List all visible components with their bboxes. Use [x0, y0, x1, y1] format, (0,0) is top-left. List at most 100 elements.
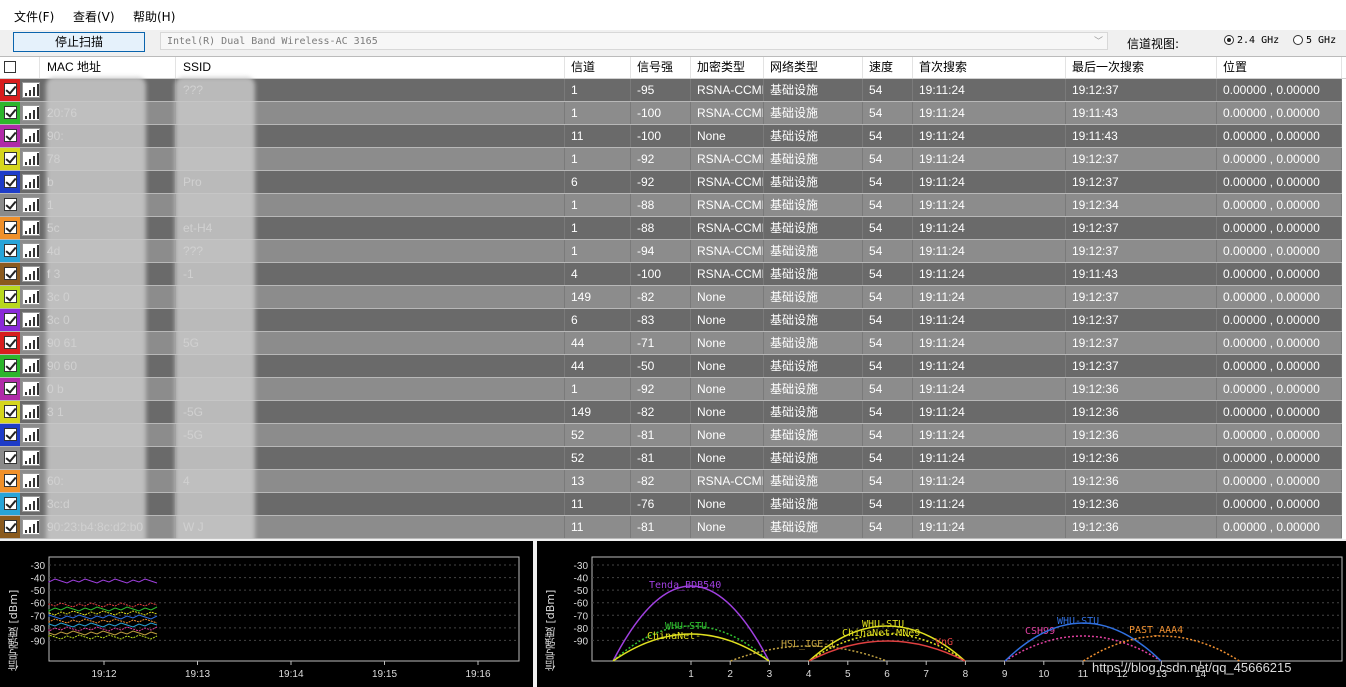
- col-ssid[interactable]: SSID: [177, 57, 565, 78]
- y-tick-label: -70: [574, 611, 589, 622]
- cell-first: 19:11:24: [913, 171, 1066, 193]
- x-tick-label: 7: [923, 669, 929, 680]
- cell-last: 19:12:36: [1066, 447, 1217, 469]
- signal-bar: [25, 369, 27, 372]
- chevron-down-icon[interactable]: ﹀: [1094, 33, 1103, 51]
- row-color-indicator: [0, 332, 20, 354]
- row-checkbox[interactable]: [4, 382, 17, 395]
- signal-bar: [29, 205, 31, 211]
- signal-bar: [29, 481, 31, 487]
- row-checkbox[interactable]: [4, 451, 17, 464]
- cell-channel: 149: [565, 286, 631, 308]
- cell-speed: 54: [863, 79, 913, 101]
- cell-channel: 1: [565, 79, 631, 101]
- cell-signal: -81: [631, 424, 691, 446]
- cell-enc: None: [691, 355, 764, 377]
- signal-bar: [33, 363, 35, 372]
- menu-file[interactable]: 文件(F): [14, 8, 54, 25]
- cell-first: 19:11:24: [913, 125, 1066, 147]
- cell-signal: -100: [631, 102, 691, 124]
- col-last-seen[interactable]: 最后一次搜索: [1066, 57, 1217, 78]
- signal-bar: [33, 478, 35, 487]
- cell-type: 基础设施: [764, 332, 863, 354]
- col-encryption[interactable]: 加密类型: [691, 57, 764, 78]
- cell-channel: 1: [565, 240, 631, 262]
- col-position[interactable]: 位置: [1217, 57, 1342, 78]
- row-checkbox[interactable]: [4, 497, 17, 510]
- row-color-indicator: [0, 470, 20, 492]
- menu-view[interactable]: 查看(V): [73, 8, 115, 25]
- signal-bar: [25, 507, 27, 510]
- row-checkbox[interactable]: [4, 267, 17, 280]
- network-label: WHU-STU: [1057, 616, 1099, 627]
- cell-type: 基础设施: [764, 516, 863, 538]
- signal-bar: [25, 231, 27, 234]
- cell-signal: -94: [631, 240, 691, 262]
- row-checkbox[interactable]: [4, 129, 17, 142]
- signal-bar: [37, 475, 39, 487]
- cell-speed: 54: [863, 401, 913, 423]
- signal-bar: [37, 84, 39, 96]
- signal-bar: [37, 498, 39, 510]
- cell-first: 19:11:24: [913, 102, 1066, 124]
- x-tick-label: 5: [845, 669, 851, 680]
- cell-pos: 0.00000 , 0.00000: [1217, 493, 1342, 515]
- cell-enc: None: [691, 447, 764, 469]
- signal-bars-icon: [22, 82, 40, 98]
- menu-help[interactable]: 帮助(H): [133, 8, 175, 25]
- col-speed[interactable]: 速度: [863, 57, 913, 78]
- cell-channel: 44: [565, 332, 631, 354]
- col-channel[interactable]: 信道: [565, 57, 631, 78]
- row-checkbox[interactable]: [4, 405, 17, 418]
- signal-bars-icon: [22, 335, 40, 351]
- col-mac[interactable]: MAC 地址: [41, 57, 176, 78]
- select-all-checkbox[interactable]: [0, 57, 40, 78]
- cell-last: 19:12:36: [1066, 516, 1217, 538]
- band-24-radio[interactable]: 2.4 GHz: [1224, 35, 1279, 47]
- signal-bar: [25, 392, 27, 395]
- row-checkbox[interactable]: [4, 474, 17, 487]
- cell-channel: 11: [565, 125, 631, 147]
- band-5-label: 5 GHz: [1306, 35, 1337, 46]
- adapter-select[interactable]: Intel(R) Dual Band Wireless-AC 3165 ﹀: [160, 32, 1108, 50]
- row-checkbox[interactable]: [4, 428, 17, 441]
- band-5-radio[interactable]: 5 GHz: [1293, 35, 1336, 47]
- col-signal[interactable]: 信号强: [631, 57, 691, 78]
- cell-speed: 54: [863, 470, 913, 492]
- row-checkbox[interactable]: [4, 520, 17, 533]
- cell-enc: None: [691, 401, 764, 423]
- row-checkbox[interactable]: [4, 175, 17, 188]
- cell-speed: 54: [863, 309, 913, 331]
- col-network-type[interactable]: 网络类型: [764, 57, 863, 78]
- signal-bar: [37, 406, 39, 418]
- row-checkbox[interactable]: [4, 313, 17, 326]
- cell-first: 19:11:24: [913, 309, 1066, 331]
- row-checkbox[interactable]: [4, 152, 17, 165]
- row-checkbox[interactable]: [4, 221, 17, 234]
- signal-bar: [33, 133, 35, 142]
- signal-bar: [29, 113, 31, 119]
- row-checkbox[interactable]: [4, 359, 17, 372]
- row-color-indicator: [0, 401, 20, 423]
- signal-bar: [25, 438, 27, 441]
- cell-channel: 11: [565, 493, 631, 515]
- cell-signal: -83: [631, 309, 691, 331]
- cell-signal: -71: [631, 332, 691, 354]
- row-checkbox[interactable]: [4, 83, 17, 96]
- cell-pos: 0.00000 , 0.00000: [1217, 102, 1342, 124]
- cell-type: 基础设施: [764, 148, 863, 170]
- cell-first: 19:11:24: [913, 79, 1066, 101]
- stop-scan-button[interactable]: 停止扫描: [13, 32, 145, 52]
- row-checkbox[interactable]: [4, 198, 17, 211]
- cell-enc: None: [691, 378, 764, 400]
- row-checkbox[interactable]: [4, 290, 17, 303]
- signal-bar: [25, 300, 27, 303]
- signal-bar: [33, 386, 35, 395]
- row-checkbox[interactable]: [4, 244, 17, 257]
- cell-signal: -76: [631, 493, 691, 515]
- col-first-seen[interactable]: 首次搜索: [913, 57, 1066, 78]
- row-checkbox[interactable]: [4, 106, 17, 119]
- signal-bar: [25, 162, 27, 165]
- row-checkbox[interactable]: [4, 336, 17, 349]
- signal-bar: [37, 222, 39, 234]
